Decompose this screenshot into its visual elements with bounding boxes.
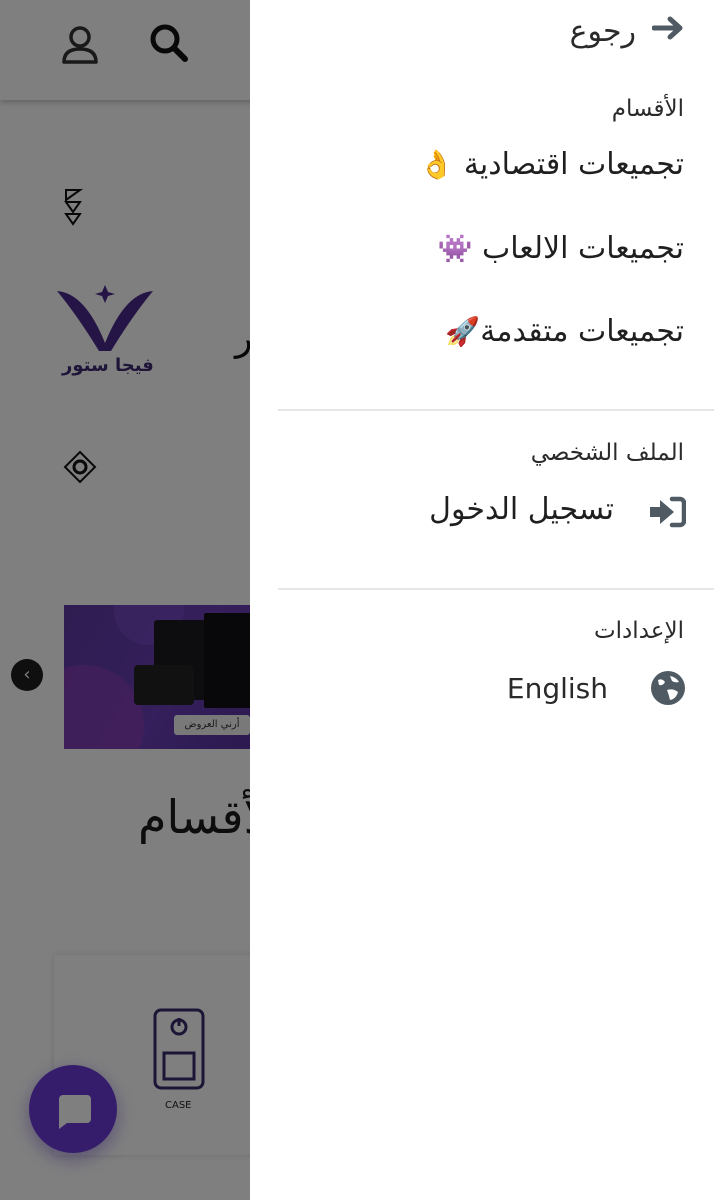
language-label: English — [506, 672, 608, 705]
ok-hand-icon: 👌 — [419, 148, 455, 181]
sign-in-icon — [648, 496, 687, 532]
back-label: رجوع — [569, 14, 636, 49]
alien-monster-icon: 👾 — [437, 232, 473, 265]
login-label: تسجيل الدخول — [429, 492, 614, 527]
profile-heading: الملف الشخصي — [530, 440, 684, 466]
settings-heading: الإعدادات — [594, 618, 684, 644]
menu-item-economy-builds[interactable]: تجميعات اقتصادية 👌 — [419, 147, 684, 182]
back-button[interactable]: رجوع — [326, 6, 686, 50]
divider — [278, 409, 714, 411]
globe-icon — [650, 670, 686, 710]
language-switch[interactable]: English — [507, 666, 686, 712]
login-button[interactable]: تسجيل الدخول — [429, 490, 687, 536]
menu-item-label: تجميعات اقتصادية — [463, 147, 684, 182]
menu-item-advanced-builds[interactable]: تجميعات متقدمة🚀 — [445, 314, 684, 349]
menu-item-label: تجميعات متقدمة — [480, 314, 684, 349]
arrow-right-icon — [651, 16, 686, 44]
rocket-icon: 🚀 — [445, 315, 481, 348]
menu-item-label: تجميعات الالعاب — [482, 231, 684, 266]
divider — [278, 588, 714, 590]
categories-heading: الأقسام — [611, 96, 684, 122]
menu-item-gaming-builds[interactable]: تجميعات الالعاب 👾 — [438, 231, 684, 266]
